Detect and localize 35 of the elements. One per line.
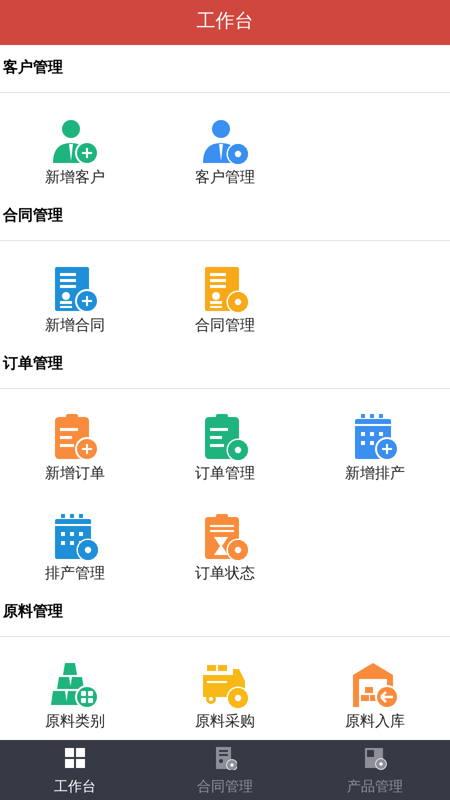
box-gear-icon [363,746,387,770]
section-title: 客户管理 [3,58,63,78]
tile-label: 原料类别 [45,712,105,732]
tile-label: 新增客户 [45,168,105,188]
tile-label: 新增排产 [345,464,405,484]
menu-tile[interactable]: 新增订单 [0,389,150,489]
document-gear-icon [213,746,237,770]
menu-tile[interactable]: 合同管理 [150,241,300,341]
menu-tile[interactable]: 订单状态 [150,489,300,589]
tile-label: 客户管理 [195,168,255,188]
tile-label: 原料采购 [195,712,255,732]
nav-tab[interactable]: 工作台 [0,740,150,800]
menu-tile[interactable]: 原料入库 [300,637,450,737]
menu-tile[interactable]: 排产管理 [0,489,150,589]
page-title: 工作台 [196,10,254,34]
section-title: 订单管理 [3,354,63,374]
tile-label: 订单管理 [195,464,255,484]
menu-tile[interactable]: 原料采购 [150,637,300,737]
tile-label: 原料入库 [345,712,405,732]
menu-tile[interactable]: 新增排产 [300,389,450,489]
menu-tile[interactable]: 新增合同 [0,241,150,341]
tile-label: 新增订单 [45,464,105,484]
tile-label: 订单状态 [195,564,255,584]
nav-tab[interactable]: 合同管理 [150,740,300,800]
grid-icon [63,746,87,770]
tile-label: 合同管理 [195,316,255,336]
menu-tile[interactable]: 客户管理 [150,93,300,193]
menu-tile[interactable]: 新增客户 [0,93,150,193]
menu-tile[interactable]: 原料类别 [0,637,150,737]
section-title: 合同管理 [3,206,63,226]
tile-label: 新增合同 [45,316,105,336]
section-title: 原料管理 [3,602,63,622]
menu-tile[interactable]: 订单管理 [150,389,300,489]
nav-tab[interactable]: 产品管理 [300,740,450,800]
tile-label: 排产管理 [45,564,105,584]
